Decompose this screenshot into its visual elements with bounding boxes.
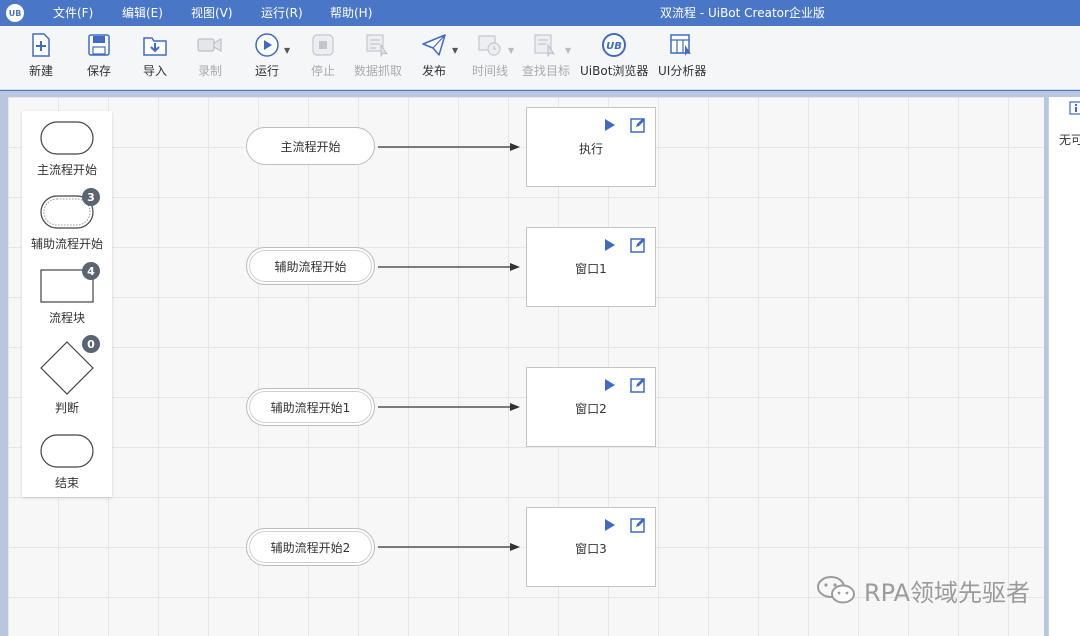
palette-process-block[interactable]: 流程块 4 xyxy=(22,262,112,326)
publish-label: 发布 xyxy=(421,64,446,78)
palette-process-block-label: 流程块 xyxy=(48,311,85,325)
new-label: 新建 xyxy=(28,64,53,78)
component-palette: 主流程开始 辅助流程开始 3 流程块 4 判断 0 结束 xyxy=(22,111,112,497)
title-bar: UB 文件(F) 编辑(E) 视图(V) 运行(R) 帮助(H) 双流程 - U… xyxy=(0,0,1080,26)
publish-button[interactable]: 发布 xyxy=(421,32,447,84)
run-button[interactable]: 运行 xyxy=(254,32,280,84)
data-scrape-icon xyxy=(365,32,391,58)
import-icon xyxy=(142,32,168,58)
edit-block-icon[interactable] xyxy=(630,377,646,393)
palette-end-label: 结束 xyxy=(54,476,79,490)
uibot-browser-button[interactable]: UB UiBot浏览器 xyxy=(580,32,648,84)
menu-edit[interactable]: 编辑(E) xyxy=(122,0,163,26)
new-button[interactable]: 新建 xyxy=(28,32,54,84)
timeline-button[interactable]: 时间线 xyxy=(472,32,508,84)
palette-decision-label: 判断 xyxy=(54,401,79,415)
flow-arrow xyxy=(378,143,520,151)
palette-main-start[interactable]: 主流程开始 xyxy=(22,121,112,178)
uibot-browser-icon: UB xyxy=(601,32,627,58)
menu-file[interactable]: 文件(F) xyxy=(53,0,93,26)
menu-view[interactable]: 视图(V) xyxy=(191,0,233,26)
edit-block-icon[interactable] xyxy=(630,237,646,253)
find-target-button[interactable]: 查找目标 xyxy=(522,32,570,84)
uibot-browser-label: UiBot浏览器 xyxy=(580,64,649,78)
find-target-label: 查找目标 xyxy=(522,64,571,78)
main-start-shape-icon xyxy=(40,121,94,155)
run-block-icon[interactable] xyxy=(604,378,616,392)
aux-start-node[interactable]: 辅助流程开始 xyxy=(246,247,375,285)
data-scrape-label: 数据抓取 xyxy=(354,64,403,78)
toolbar: 新建 保存 导入 录制 运行 ▼ 停止 数据抓取 发布 ▼ 时间线 ▼ 查找目标… xyxy=(0,26,1080,90)
wechat-logo-icon xyxy=(817,576,855,604)
palette-decision[interactable]: 判断 0 xyxy=(22,335,112,416)
info-icon[interactable] xyxy=(1069,101,1080,115)
new-file-icon xyxy=(28,32,54,58)
watermark-text: RPA领域先驱者 xyxy=(864,578,1031,607)
flow-arrow xyxy=(378,263,520,271)
timeline-icon xyxy=(477,32,503,58)
end-shape-icon xyxy=(40,434,94,468)
aux-start-node[interactable]: 辅助流程开始1 xyxy=(246,388,375,426)
ui-analyzer-icon xyxy=(669,32,695,58)
menu-help[interactable]: 帮助(H) xyxy=(330,0,372,26)
svg-text:UB: UB xyxy=(606,41,622,52)
run-block-icon[interactable] xyxy=(604,518,616,532)
play-circle-icon xyxy=(254,32,280,58)
process-block[interactable]: 窗口3 xyxy=(526,507,656,587)
save-icon xyxy=(86,32,112,58)
process-block[interactable]: 窗口2 xyxy=(526,367,656,447)
run-block-icon[interactable] xyxy=(604,238,616,252)
menu-run[interactable]: 运行(R) xyxy=(261,0,303,26)
run-block-icon[interactable] xyxy=(604,118,616,132)
properties-panel: 无可 xyxy=(1048,97,1080,636)
aux-start-count-badge: 3 xyxy=(82,188,100,206)
save-button[interactable]: 保存 xyxy=(86,32,112,84)
record-label: 录制 xyxy=(197,64,222,78)
find-target-icon xyxy=(533,32,559,58)
edit-block-icon[interactable] xyxy=(630,117,646,133)
block-title: 窗口1 xyxy=(575,262,607,276)
stop-icon xyxy=(310,32,336,58)
block-title: 执行 xyxy=(578,142,603,156)
import-label: 导入 xyxy=(142,64,167,78)
ui-analyzer-label: UI分析器 xyxy=(658,64,707,78)
video-camera-icon xyxy=(197,32,223,58)
block-title: 窗口3 xyxy=(575,542,607,556)
block-title: 窗口2 xyxy=(575,402,607,416)
process-block-count-badge: 4 xyxy=(82,262,100,280)
ui-analyzer-button[interactable]: UI分析器 xyxy=(658,32,706,84)
run-label: 运行 xyxy=(254,64,279,78)
process-block[interactable]: 执行 xyxy=(526,107,656,187)
stop-label: 停止 xyxy=(310,64,335,78)
decision-count-badge: 0 xyxy=(82,335,100,353)
data-scrape-button[interactable]: 数据抓取 xyxy=(354,32,402,84)
palette-aux-start-label: 辅助流程开始 xyxy=(30,237,103,251)
timeline-label: 时间线 xyxy=(472,64,509,78)
flow-arrow xyxy=(378,543,520,551)
paper-plane-icon xyxy=(421,32,447,58)
run-dropdown-icon[interactable]: ▼ xyxy=(284,46,290,55)
import-button[interactable]: 导入 xyxy=(142,32,168,84)
window-title: 双流程 - UiBot Creator企业版 xyxy=(660,6,825,20)
main-start-node[interactable]: 主流程开始 xyxy=(246,127,375,165)
edit-block-icon[interactable] xyxy=(630,517,646,533)
palette-end[interactable]: 结束 xyxy=(22,434,112,491)
watermark: RPA领域先驱者 xyxy=(816,572,1030,608)
palette-main-start-label: 主流程开始 xyxy=(36,163,97,177)
stop-button[interactable]: 停止 xyxy=(310,32,336,84)
properties-empty-text: 无可 xyxy=(1059,133,1080,147)
app-logo-icon: UB xyxy=(6,4,24,22)
record-button[interactable]: 录制 xyxy=(197,32,223,84)
palette-aux-start[interactable]: 辅助流程开始 3 xyxy=(22,188,112,252)
process-block[interactable]: 窗口1 xyxy=(526,227,656,307)
aux-start-node[interactable]: 辅助流程开始2 xyxy=(246,528,375,566)
find-target-dropdown-icon[interactable]: ▼ xyxy=(565,46,571,55)
save-label: 保存 xyxy=(86,64,111,78)
publish-dropdown-icon[interactable]: ▼ xyxy=(452,46,458,55)
timeline-dropdown-icon[interactable]: ▼ xyxy=(508,46,514,55)
flow-arrow xyxy=(378,403,520,411)
